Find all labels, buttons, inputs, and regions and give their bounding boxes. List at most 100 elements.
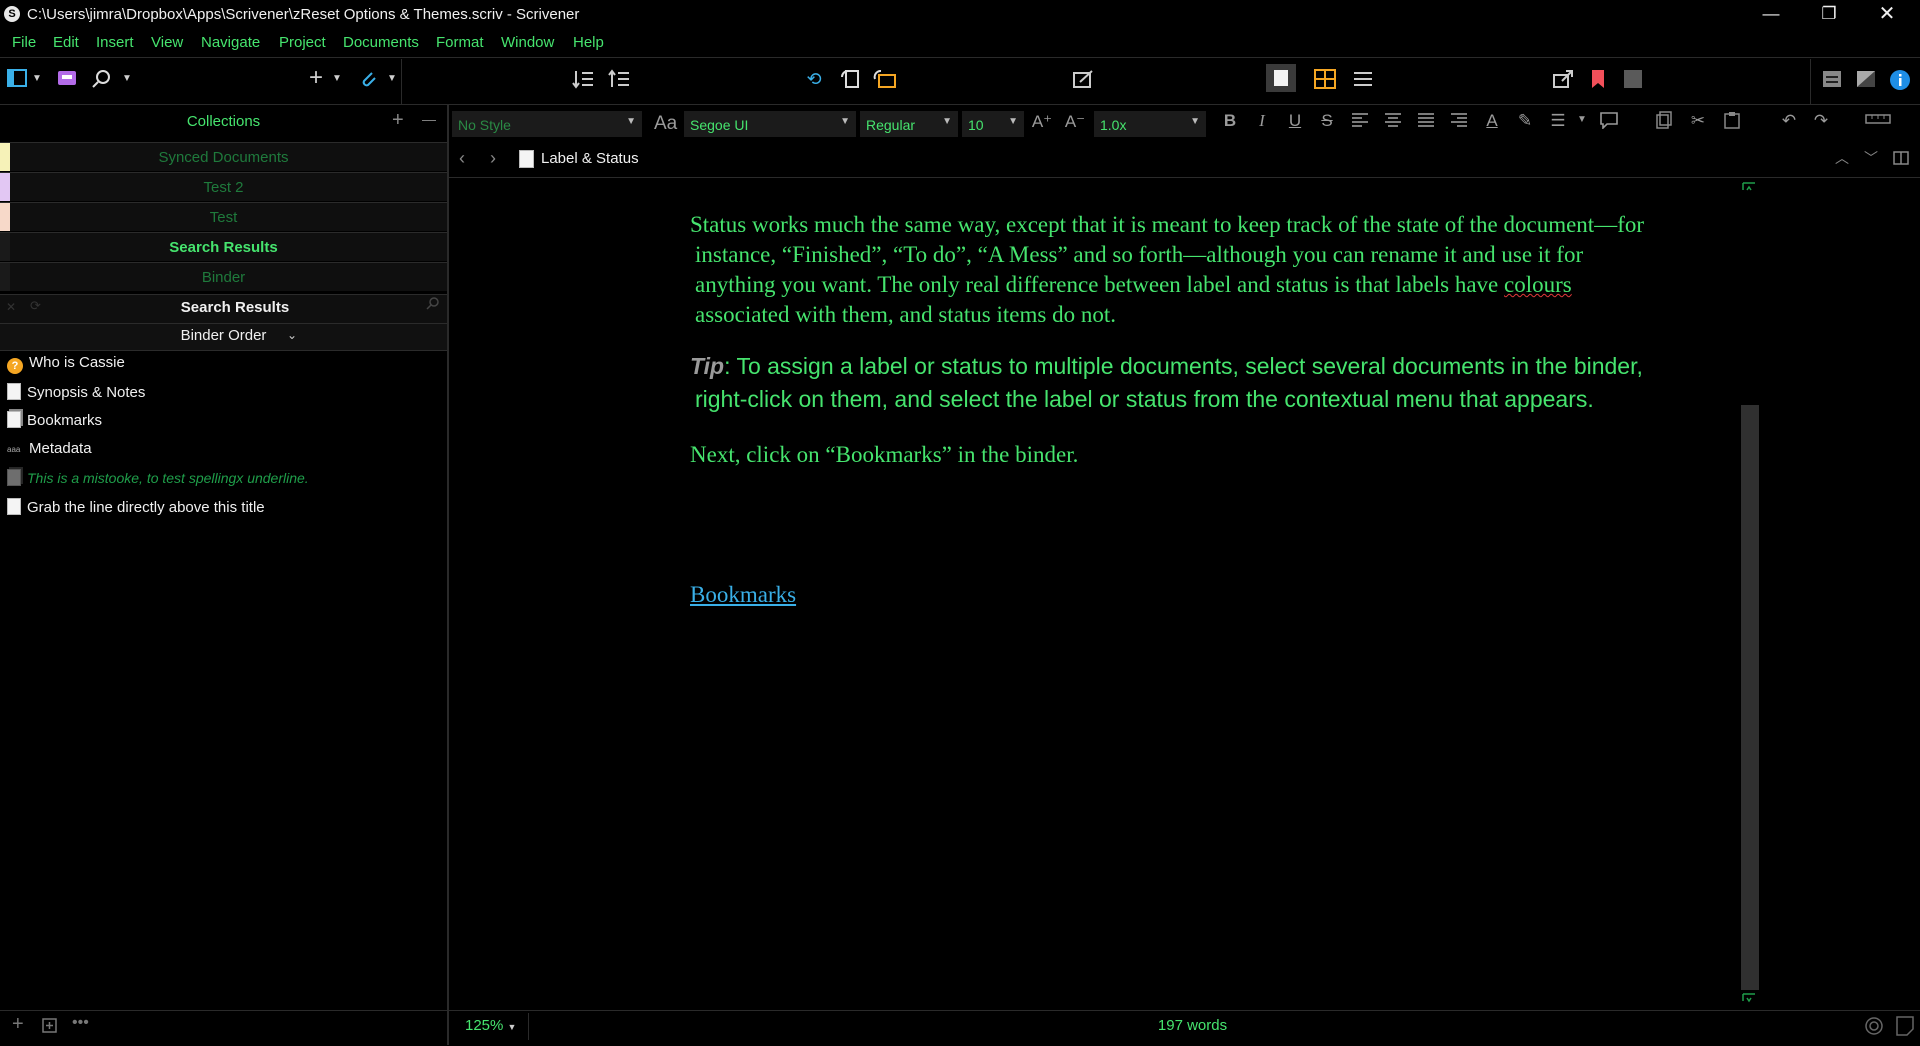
- binder-item-metadata[interactable]: aaa Metadata: [7, 440, 92, 464]
- collection-synced-documents[interactable]: Synced Documents: [0, 142, 447, 171]
- binder-item-grab-the-line[interactable]: Grab the line directly above this title: [7, 498, 265, 522]
- style-select-value: No Style: [458, 117, 511, 133]
- footer-more-icon[interactable]: •••: [72, 1014, 89, 1032]
- menu-window[interactable]: Window: [501, 34, 554, 51]
- binder-order-dropdown-icon[interactable]: ⌄: [287, 328, 297, 342]
- collection-binder[interactable]: Binder: [0, 262, 447, 291]
- remove-collection-button[interactable]: —: [422, 111, 436, 127]
- binder-toggle-icon[interactable]: [4, 66, 30, 92]
- fonts-panel-icon[interactable]: Aa: [654, 113, 677, 135]
- footer-add-icon[interactable]: +: [12, 1013, 24, 1036]
- increase-font-button[interactable]: A⁺: [1030, 112, 1054, 132]
- bookmark-icon[interactable]: [1585, 66, 1611, 92]
- bold-button[interactable]: B: [1218, 111, 1242, 131]
- misspelled-word[interactable]: colours: [1504, 272, 1572, 297]
- style-select[interactable]: No Style ▼: [452, 111, 642, 137]
- redo-icon[interactable]: ↷: [1809, 111, 1833, 131]
- target-icon[interactable]: [1864, 1016, 1884, 1040]
- strikethrough-button[interactable]: S: [1315, 111, 1339, 131]
- previous-document-icon[interactable]: ︿: [1835, 148, 1849, 168]
- editor-text-area[interactable]: Status works much the same way, except t…: [690, 210, 1660, 608]
- footer-add-folder-icon[interactable]: [42, 1018, 57, 1037]
- footer-notes-icon[interactable]: [1896, 1016, 1914, 1040]
- binder-item-bookmarks[interactable]: Bookmarks: [7, 411, 102, 435]
- sort-down-icon[interactable]: [570, 66, 596, 92]
- align-justify-icon[interactable]: [1414, 111, 1438, 132]
- cut-icon[interactable]: ✂: [1686, 111, 1710, 131]
- bookmarks-link[interactable]: Bookmarks: [690, 582, 796, 607]
- collection-test[interactable]: Test: [0, 202, 447, 231]
- ruler-icon[interactable]: [1864, 111, 1892, 131]
- sort-up-icon[interactable]: [606, 66, 632, 92]
- menu-edit[interactable]: Edit: [53, 34, 79, 51]
- collections-icon[interactable]: [54, 66, 80, 92]
- word-count: 197 words: [1157, 1017, 1228, 1034]
- comment-icon[interactable]: [1597, 111, 1621, 134]
- inspector-notes-icon[interactable]: [1819, 66, 1845, 92]
- close-button[interactable]: ✕: [1858, 0, 1916, 30]
- decrease-font-button[interactable]: A⁻: [1063, 112, 1087, 132]
- underline-button[interactable]: U: [1283, 111, 1307, 131]
- search-icon[interactable]: [88, 66, 114, 92]
- compile-icon[interactable]: [1550, 66, 1576, 92]
- corkboard-view-icon[interactable]: [1312, 66, 1338, 92]
- inspector-info-icon[interactable]: [1887, 66, 1913, 92]
- binder-item-synopsis-notes[interactable]: Synopsis & Notes: [7, 383, 145, 407]
- menu-help[interactable]: Help: [573, 34, 604, 51]
- align-left-icon[interactable]: [1348, 111, 1372, 132]
- attachment-icon[interactable]: [355, 66, 381, 92]
- binder-item-spelling-test[interactable]: This is a mistooke, to test spellingx un…: [7, 469, 309, 493]
- add-collection-button[interactable]: +: [392, 109, 404, 132]
- line-spacing-select[interactable]: 1.0x ▼: [1094, 111, 1206, 137]
- sync-icon[interactable]: ⟲: [801, 66, 827, 92]
- font-weight-select[interactable]: Regular ▼: [860, 111, 958, 137]
- menu-file[interactable]: File: [12, 34, 36, 51]
- history-back-icon[interactable]: ‹: [459, 148, 465, 169]
- minimize-button[interactable]: —: [1742, 0, 1800, 30]
- zoom-select[interactable]: 125% ▼: [465, 1017, 516, 1034]
- attachment-dropdown-icon[interactable]: ▼: [385, 66, 399, 92]
- binder-dropdown-icon[interactable]: ▼: [30, 66, 44, 92]
- quick-reference-icon[interactable]: [1070, 66, 1096, 92]
- binder-splitter[interactable]: [447, 104, 449, 1010]
- menu-documents[interactable]: Documents: [343, 34, 419, 51]
- menu-navigate[interactable]: Navigate: [201, 34, 260, 51]
- binder-item-who-is-cassie[interactable]: ? Who is Cassie: [7, 354, 125, 378]
- editor-scrollbar[interactable]: [1741, 405, 1759, 990]
- search-dropdown-icon[interactable]: ▼: [120, 66, 134, 92]
- menu-project[interactable]: Project: [279, 34, 326, 51]
- compare-snapshot-icon[interactable]: [873, 66, 899, 92]
- editor-document-title[interactable]: Label & Status: [541, 150, 639, 167]
- page-top-marker-icon: [1742, 182, 1756, 196]
- font-family-select[interactable]: Segoe UI ▼: [684, 111, 856, 137]
- document-view-button[interactable]: [1266, 64, 1296, 92]
- add-document-icon[interactable]: +: [303, 65, 329, 91]
- collection-search-results[interactable]: Search Results: [0, 232, 447, 261]
- history-forward-icon[interactable]: ›: [490, 148, 496, 169]
- align-center-icon[interactable]: [1381, 111, 1405, 132]
- next-document-icon[interactable]: ﹀: [1864, 148, 1878, 168]
- scrivener-app-icon[interactable]: S: [4, 6, 20, 22]
- paste-icon[interactable]: [1720, 111, 1744, 134]
- restore-button[interactable]: ❐: [1800, 0, 1858, 30]
- search-results-search-icon[interactable]: [426, 296, 440, 314]
- collection-test-2[interactable]: Test 2: [0, 172, 447, 201]
- copy-icon[interactable]: [1652, 111, 1676, 134]
- font-size-select[interactable]: 10 ▼: [962, 111, 1024, 137]
- text-color-icon[interactable]: A: [1480, 111, 1504, 131]
- outliner-view-icon[interactable]: [1350, 66, 1376, 92]
- split-editor-icon[interactable]: [1893, 151, 1909, 169]
- undo-icon[interactable]: ↶: [1777, 111, 1801, 131]
- menu-format[interactable]: Format: [436, 34, 484, 51]
- menu-view[interactable]: View: [151, 34, 183, 51]
- menu-insert[interactable]: Insert: [96, 34, 134, 51]
- highlight-icon[interactable]: ✎: [1513, 111, 1537, 131]
- keywords-icon[interactable]: [1620, 66, 1646, 92]
- composition-mode-icon[interactable]: [1853, 66, 1879, 92]
- snapshot-icon[interactable]: [838, 66, 864, 92]
- list-icon[interactable]: ☰: [1546, 111, 1570, 131]
- align-right-icon[interactable]: [1447, 111, 1471, 132]
- italic-button[interactable]: I: [1250, 111, 1274, 131]
- add-dropdown-icon[interactable]: ▼: [330, 66, 344, 92]
- list-dropdown-icon[interactable]: ▼: [1570, 114, 1594, 125]
